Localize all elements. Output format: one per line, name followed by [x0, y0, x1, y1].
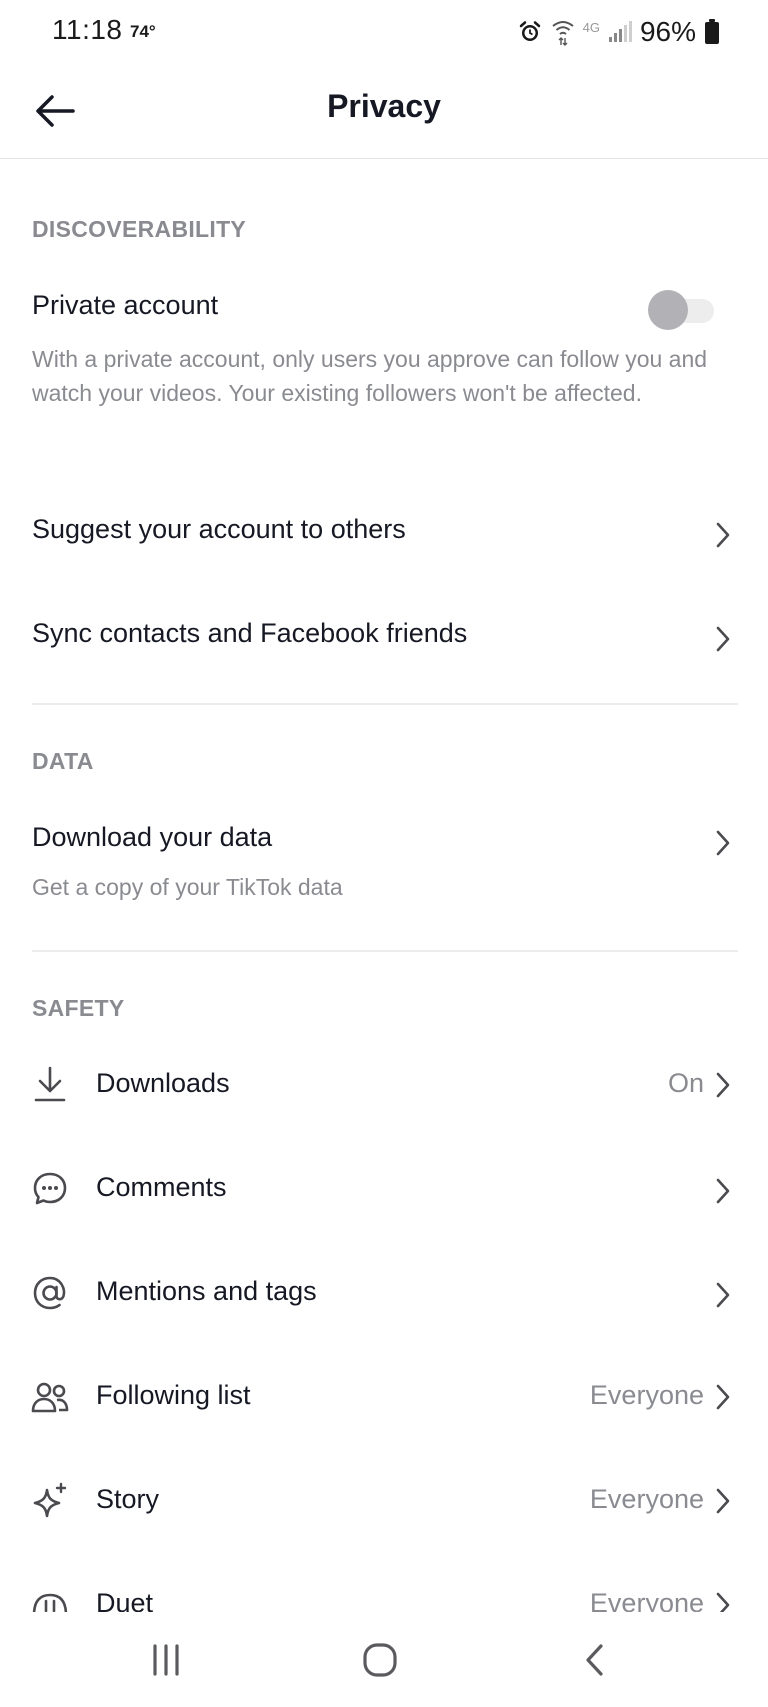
sync-contacts-row[interactable]: Sync contacts and Facebook friends [0, 604, 768, 674]
sync-contacts-label: Sync contacts and Facebook friends [32, 618, 468, 648]
chevron-right-icon [716, 522, 730, 548]
safety-item-downloads[interactable]: Downloads On [0, 1050, 768, 1120]
download-data-row[interactable]: Download your data Get a copy of your Ti… [0, 808, 768, 918]
status-icons: 4G 96% [517, 16, 720, 48]
mentions-label: Mentions and tags [96, 1276, 317, 1306]
network-type-label: 4G [582, 19, 600, 35]
chevron-right-icon [716, 1384, 730, 1410]
system-navigation-bar [0, 1612, 768, 1707]
downloads-label: Downloads [96, 1068, 230, 1098]
section-header-safety: SAFETY [32, 995, 125, 1021]
top-nav-bar: Privacy [0, 64, 768, 159]
following-list-label: Following list [96, 1380, 251, 1410]
private-account-row: Private account With a private account, … [0, 280, 768, 450]
status-time: 11:18 [52, 14, 123, 45]
home-icon [363, 1643, 397, 1677]
chevron-right-icon [716, 830, 730, 856]
chevron-left-icon [586, 1644, 603, 1676]
safety-item-comments[interactable]: Comments [0, 1154, 768, 1224]
comments-label: Comments [96, 1172, 227, 1202]
downloads-value: On [667, 1068, 704, 1098]
story-value: Everyone [589, 1484, 704, 1514]
battery-icon [705, 19, 719, 44]
section-header-data: DATA [32, 748, 94, 774]
chevron-right-icon [716, 1072, 730, 1098]
alarm-icon [519, 21, 540, 41]
signal-icon [608, 21, 632, 42]
section-header-discoverability: DISCOVERABILITY [32, 216, 247, 242]
story-label: Story [96, 1484, 160, 1514]
chevron-right-icon [716, 1488, 730, 1514]
duet-value: Everyone [589, 1590, 704, 1612]
duet-icon [32, 1593, 68, 1612]
following-list-value: Everyone [589, 1380, 704, 1410]
section-divider [32, 950, 738, 952]
status-temperature: 74° [130, 22, 156, 41]
chevron-right-icon [716, 626, 730, 652]
download-data-label: Download your data [32, 822, 273, 852]
duet-label: Duet [96, 1590, 154, 1612]
system-back-button[interactable] [565, 1630, 625, 1690]
status-bar: 11:18 74° 4G 96% [0, 0, 768, 64]
toggle-knob [648, 290, 688, 330]
page-title: Privacy [327, 88, 441, 124]
suggest-account-row[interactable]: Suggest your account to others [0, 500, 768, 570]
chevron-right-icon [716, 1592, 730, 1612]
home-button[interactable] [350, 1630, 410, 1690]
comment-icon [33, 1172, 67, 1205]
sparkle-icon [33, 1482, 67, 1518]
chevron-right-icon [716, 1178, 730, 1204]
battery-percent: 96% [639, 16, 696, 47]
chevron-right-icon [716, 1282, 730, 1308]
suggest-account-label: Suggest your account to others [32, 514, 406, 544]
wifi-icon [551, 21, 574, 46]
recent-apps-icon [153, 1644, 179, 1676]
private-account-toggle[interactable] [648, 290, 714, 330]
download-icon [34, 1066, 66, 1102]
recent-apps-button[interactable] [136, 1630, 196, 1690]
private-account-label: Private account [32, 290, 219, 320]
safety-item-story[interactable]: Story Everyone [0, 1466, 768, 1536]
download-data-description: Get a copy of your TikTok data [32, 874, 343, 900]
at-icon [33, 1276, 66, 1310]
people-icon [31, 1382, 69, 1413]
safety-item-duet[interactable]: Duet Everyone [0, 1590, 768, 1612]
section-divider [32, 703, 738, 705]
private-account-description: With a private account, only users you a… [32, 346, 708, 406]
scroll-clip: Duet Everyone [0, 1590, 768, 1612]
safety-item-mentions[interactable]: Mentions and tags [0, 1258, 768, 1328]
safety-item-following-list[interactable]: Following list Everyone [0, 1362, 768, 1432]
